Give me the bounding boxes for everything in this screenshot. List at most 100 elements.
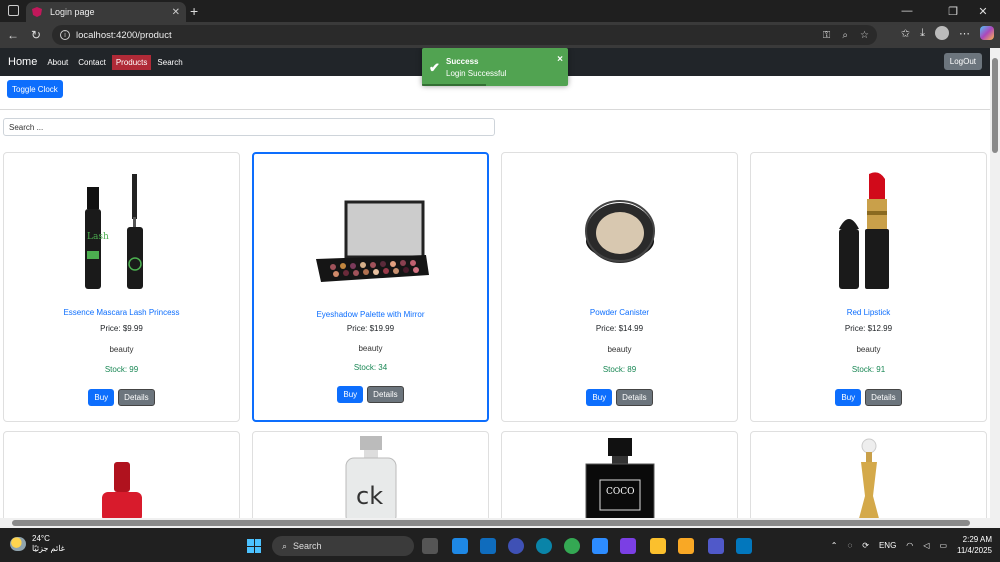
- clock-time: 2:29 AM: [962, 535, 992, 544]
- toast-close-icon[interactable]: ×: [557, 54, 563, 65]
- product-image-coco-perfume: COCO: [502, 436, 737, 518]
- weather-desc: غائم جزئيًا: [32, 544, 65, 553]
- product-price: Price: $14.99: [595, 324, 644, 333]
- wifi-icon[interactable]: ◠: [906, 541, 913, 550]
- success-toast[interactable]: ✔ Success Login Successful ×: [422, 48, 568, 86]
- weather-widget[interactable]: 24°C غائم جزئيًا: [10, 534, 65, 554]
- product-card: [3, 431, 240, 518]
- zoom-icon[interactable]: ⌕: [842, 30, 848, 41]
- angular-app-icon[interactable]: [508, 538, 524, 554]
- details-button[interactable]: Details: [367, 386, 404, 403]
- web-page: Home About Contact Products Search LogOu…: [0, 48, 990, 518]
- product-name[interactable]: Powder Canister: [502, 308, 737, 317]
- search-input[interactable]: [3, 118, 495, 136]
- product-card: Lash Essence Mascara Lash Princess Price…: [3, 152, 240, 422]
- weather-temp: 24°C: [32, 534, 50, 543]
- zoom-icon[interactable]: [592, 538, 608, 554]
- close-tab-icon[interactable]: ✕: [172, 7, 180, 18]
- battery-icon[interactable]: ▭: [939, 541, 947, 550]
- nav-about-link[interactable]: About: [43, 55, 72, 70]
- product-image-palette: [254, 174, 487, 314]
- product-price: Price: $9.99: [100, 324, 143, 333]
- product-category: beauty: [358, 344, 383, 353]
- product-stock: Stock: 34: [353, 363, 388, 372]
- details-button[interactable]: Details: [118, 389, 155, 406]
- browser-tab[interactable]: Login page ✕: [26, 2, 186, 22]
- logout-button[interactable]: LogOut: [943, 53, 982, 70]
- divider: [0, 109, 990, 110]
- svg-text:ck: ck: [356, 482, 383, 510]
- azure-icon[interactable]: [480, 538, 496, 554]
- product-card: Powder Canister Price: $14.99 beauty Sto…: [501, 152, 738, 422]
- vertical-scrollbar[interactable]: [990, 48, 1000, 518]
- product-stock: Stock: 89: [602, 365, 637, 374]
- volume-icon[interactable]: ◁: [923, 541, 929, 550]
- start-icon[interactable]: [247, 539, 261, 553]
- svg-text:COCO: COCO: [606, 487, 635, 497]
- nav-search-link[interactable]: Search: [153, 55, 186, 70]
- windows-taskbar: 24°C غائم جزئيًا ⌕ Search ⌃ ◌ ⟳ ENG ◠ ◁ …: [0, 528, 1000, 562]
- clock-date: 11/4/2025: [957, 546, 992, 555]
- refresh-icon[interactable]: ↻: [27, 26, 45, 44]
- edge-icon[interactable]: [536, 538, 552, 554]
- toggle-clock-button[interactable]: Toggle Clock: [7, 80, 63, 98]
- product-category: beauty: [856, 345, 881, 354]
- buy-button[interactable]: Buy: [337, 386, 364, 403]
- task-view-icon[interactable]: [422, 538, 438, 554]
- details-button[interactable]: Details: [865, 389, 902, 406]
- favorite-star-icon[interactable]: ☆: [860, 30, 869, 41]
- product-name[interactable]: Red Lipstick: [751, 308, 986, 317]
- check-icon: ✔: [429, 60, 440, 75]
- maximize-icon[interactable]: ❐: [936, 0, 970, 22]
- product-stock: Stock: 99: [104, 365, 139, 374]
- product-name[interactable]: Essence Mascara Lash Princess: [4, 308, 239, 317]
- key-icon[interactable]: ⚿: [823, 30, 831, 41]
- product-image-lipstick: [751, 161, 986, 301]
- sync-icon[interactable]: ⟳: [862, 541, 869, 550]
- close-window-icon[interactable]: ✕: [966, 0, 1000, 22]
- product-card: ck: [252, 431, 489, 518]
- vscode-icon[interactable]: [452, 538, 468, 554]
- details-button[interactable]: Details: [616, 389, 653, 406]
- notification-icon[interactable]: ◌: [847, 541, 852, 550]
- horizontal-scrollbar[interactable]: [0, 518, 1000, 528]
- nav-contact-link[interactable]: Contact: [74, 55, 110, 70]
- chrome-icon[interactable]: [564, 538, 580, 554]
- system-clock[interactable]: 2:29 AM 11/4/2025: [957, 534, 992, 556]
- product-card: COCO: [501, 431, 738, 518]
- product-name[interactable]: Eyeshadow Palette with Mirror: [254, 310, 487, 319]
- taskbar-search[interactable]: ⌕ Search: [272, 536, 414, 556]
- copilot-icon[interactable]: [980, 26, 994, 40]
- taskbar-search-label: Search: [293, 541, 322, 551]
- sticky-notes-icon[interactable]: [650, 538, 666, 554]
- product-image-nail-polish: [4, 452, 239, 518]
- product-card: Red Lipstick Price: $12.99 beauty Stock:…: [750, 152, 987, 422]
- buy-button[interactable]: Buy: [835, 389, 862, 406]
- chevron-up-icon[interactable]: ⌃: [831, 541, 838, 550]
- jetbrains-icon[interactable]: [620, 538, 636, 554]
- product-card-selected: Eyeshadow Palette with Mirror Price: $19…: [252, 152, 489, 422]
- teams-icon[interactable]: [708, 538, 724, 554]
- nav-home-link[interactable]: Home: [4, 56, 41, 68]
- language-indicator[interactable]: ENG: [879, 541, 896, 550]
- tab-actions-icon[interactable]: [8, 5, 19, 16]
- downloads-icon[interactable]: ⤓: [920, 27, 925, 40]
- favorites-icon[interactable]: ✩: [901, 27, 910, 40]
- file-explorer-icon[interactable]: [678, 538, 694, 554]
- svg-text:Lash: Lash: [87, 232, 109, 242]
- buy-button[interactable]: Buy: [586, 389, 613, 406]
- minimize-icon[interactable]: —: [890, 0, 924, 22]
- photos-icon[interactable]: [736, 538, 752, 554]
- product-image-powder: [502, 161, 737, 301]
- back-icon[interactable]: ←: [4, 26, 22, 44]
- nav-products-link[interactable]: Products: [111, 54, 152, 70]
- product-image-mascara: Lash: [4, 161, 239, 301]
- profile-avatar[interactable]: [935, 26, 949, 40]
- buy-button[interactable]: Buy: [88, 389, 115, 406]
- url-field[interactable]: i localhost:4200/product ⚿ ⌕ ☆: [52, 25, 877, 45]
- site-info-icon[interactable]: i: [60, 30, 70, 40]
- weather-icon: [10, 537, 26, 551]
- url-text: localhost:4200/product: [76, 29, 172, 41]
- new-tab-icon[interactable]: +: [190, 3, 198, 19]
- more-menu-icon[interactable]: ⋯: [959, 27, 970, 40]
